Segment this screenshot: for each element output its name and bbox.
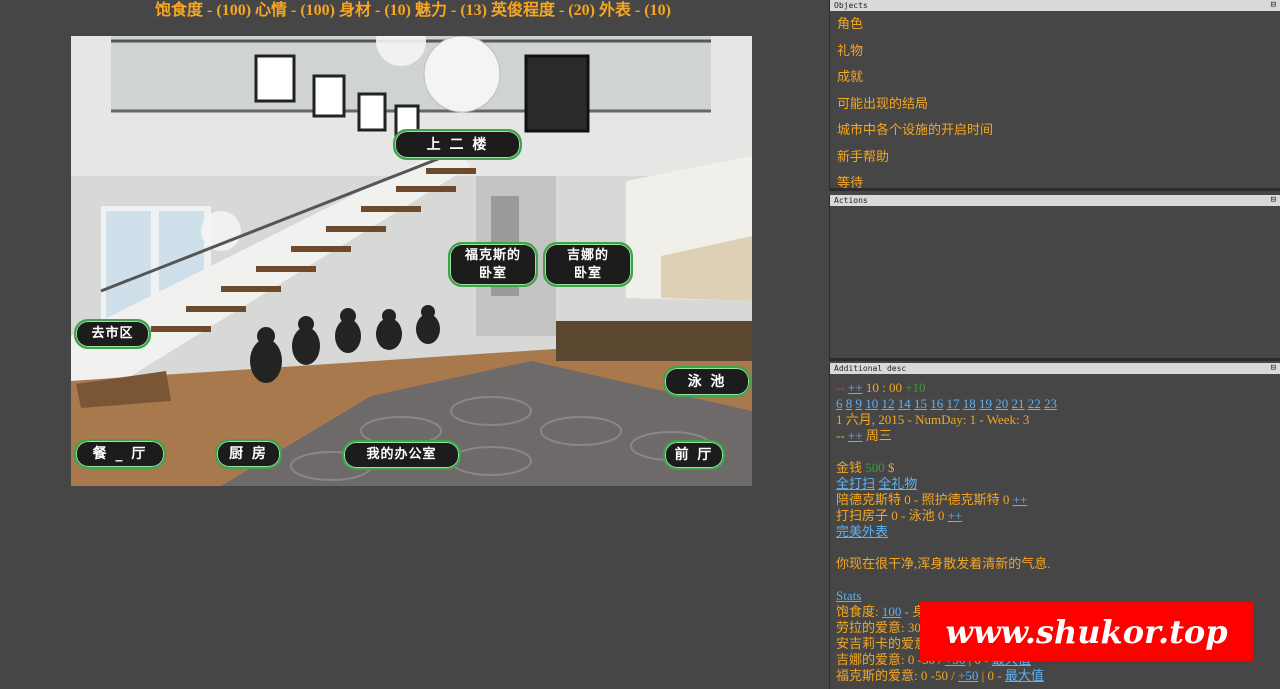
clean-all-link[interactable]: 全打扫 [836, 476, 875, 491]
hour-link[interactable]: 8 [846, 396, 853, 411]
stats-header: 饱食度 - (100) 心情 - (100) 身材 - (10) 魅力 - (1… [155, 2, 671, 19]
accompany-row: 陪德克斯特 0 - 照护德克斯特 0 ++ [836, 492, 1280, 508]
collapse-icon[interactable]: ⊟ [1271, 363, 1276, 374]
time-row: -- ++ 10 : 00 +10 [836, 380, 1280, 396]
fox-mid: | 0 - [981, 668, 1002, 683]
fox-affection-text: 福克斯的爱意: 0 -50 / [836, 668, 955, 683]
status-message: 你现在很干净,浑身散发着清新的气息. [836, 556, 1051, 571]
perfect-look-row: 完美外表 [836, 524, 1280, 540]
objects-panel-title: Objects ⊟ [830, 0, 1280, 11]
hotspot-dining[interactable]: 餐 _ 厅 [74, 439, 166, 469]
quick-actions-row: 全打扫 全礼物 [836, 476, 1280, 492]
weekday-plus-link[interactable]: ++ [848, 428, 863, 443]
fox-max-link[interactable]: 最大值 [1005, 668, 1044, 683]
object-item-endings[interactable]: 可能出现的结局 [837, 95, 1280, 122]
collapse-icon[interactable]: ⊟ [1271, 0, 1276, 11]
objects-title-text: Objects [834, 1, 868, 10]
fox-plus-link[interactable]: +50 [958, 668, 978, 683]
stats-link[interactable]: Stats [836, 588, 861, 603]
accompany-text: 陪德克斯特 0 - 照护德克斯特 0 [836, 492, 1010, 507]
actions-title-text: Actions [834, 196, 868, 205]
actions-panel-title: Actions ⊟ [830, 195, 1280, 206]
clean-plus-link[interactable]: ++ [948, 508, 963, 523]
hotspot-upstairs[interactable]: 上 二 楼 [393, 129, 522, 160]
all-gifts-link[interactable]: 全礼物 [878, 476, 917, 491]
weekday-minus[interactable]: -- [836, 428, 845, 443]
fox-affection-row: 福克斯的爱意: 0 -50 / +50 | 0 - 最大值 [836, 668, 1280, 684]
hour-link[interactable]: 18 [963, 396, 976, 411]
objects-panel: Objects ⊟ 角色 礼物 成就 可能出现的结局 城市中各个设施的开启时间 … [829, 0, 1280, 191]
satiety-label: 饱食度: [836, 604, 879, 619]
satiety-value-link[interactable]: 100 [882, 604, 902, 619]
hour-link[interactable]: 9 [856, 396, 863, 411]
clean-text: 打扫房子 0 - 泳池 0 [836, 508, 945, 523]
hour-link[interactable]: 19 [979, 396, 992, 411]
object-item-gifts[interactable]: 礼物 [837, 42, 1280, 69]
money-value: 500 [865, 460, 885, 475]
desc-title-text: Additional desc [834, 364, 907, 373]
objects-list: 角色 礼物 成就 可能出现的结局 城市中各个设施的开启时间 新手帮助 等待 [830, 11, 1280, 201]
watermark-banner: www.shukor.top [920, 602, 1253, 661]
hotspot-jina-bedroom[interactable]: 吉娜的 卧室 [543, 242, 633, 287]
hour-link[interactable]: 10 [865, 396, 878, 411]
hour-link[interactable]: 12 [882, 396, 895, 411]
object-item-facility-hours[interactable]: 城市中各个设施的开启时间 [837, 121, 1280, 148]
hour-link[interactable]: 16 [930, 396, 943, 411]
object-item-beginner-help[interactable]: 新手帮助 [837, 148, 1280, 175]
hour-link[interactable]: 17 [947, 396, 960, 411]
time-minus-link[interactable]: -- [836, 380, 845, 395]
date-line: 1 六月, 2015 - NumDay: 1 - Week: 3 [836, 412, 1030, 427]
hour-link[interactable]: 6 [836, 396, 843, 411]
current-time: 10 : 00 [865, 380, 902, 395]
actions-panel: Actions ⊟ [829, 195, 1280, 361]
time-increment: +10 [905, 380, 926, 395]
money-label: 金钱 [836, 460, 863, 475]
hour-link[interactable]: 22 [1028, 396, 1041, 411]
clean-row: 打扫房子 0 - 泳池 0 ++ [836, 508, 1280, 524]
hotspot-office[interactable]: 我的办公室 [342, 440, 461, 470]
time-plus-link[interactable]: ++ [848, 380, 863, 395]
living-room-illustration [71, 36, 752, 486]
hotspot-fox-bedroom[interactable]: 福克斯的 卧室 [448, 242, 538, 287]
money-row: 金钱 500 $ [836, 460, 1280, 476]
hotspot-pool[interactable]: 泳 池 [663, 366, 751, 397]
weekday-text: 周三 [865, 428, 892, 443]
hour-link[interactable]: 20 [995, 396, 1008, 411]
perfect-look-link[interactable]: 完美外表 [836, 524, 888, 539]
hour-link[interactable]: 21 [1012, 396, 1025, 411]
desc-panel-title: Additional desc ⊟ [830, 363, 1280, 374]
hotspot-downtown[interactable]: 去市区 [74, 319, 151, 349]
hotspot-lobby[interactable]: 前 厅 [663, 440, 725, 470]
hour-link[interactable]: 14 [898, 396, 911, 411]
collapse-icon[interactable]: ⊟ [1271, 195, 1276, 206]
hour-link[interactable]: 23 [1044, 396, 1057, 411]
money-unit: $ [888, 460, 895, 475]
object-item-characters[interactable]: 角色 [837, 15, 1280, 42]
hour-links-row: 6 8 9 10 12 14 15 16 17 18 19 20 21 22 2… [836, 396, 1280, 412]
accompany-plus-link[interactable]: ++ [1013, 492, 1028, 507]
weekday-row: -- ++ 周三 [836, 428, 1280, 444]
room-scene-image: 上 二 楼 福克斯的 卧室 吉娜的 卧室 去市区 泳 池 餐 _ 厅 厨 房 我… [71, 36, 752, 486]
hotspot-kitchen[interactable]: 厨 房 [215, 439, 282, 469]
hour-link[interactable]: 15 [914, 396, 927, 411]
object-item-achievements[interactable]: 成就 [837, 68, 1280, 95]
